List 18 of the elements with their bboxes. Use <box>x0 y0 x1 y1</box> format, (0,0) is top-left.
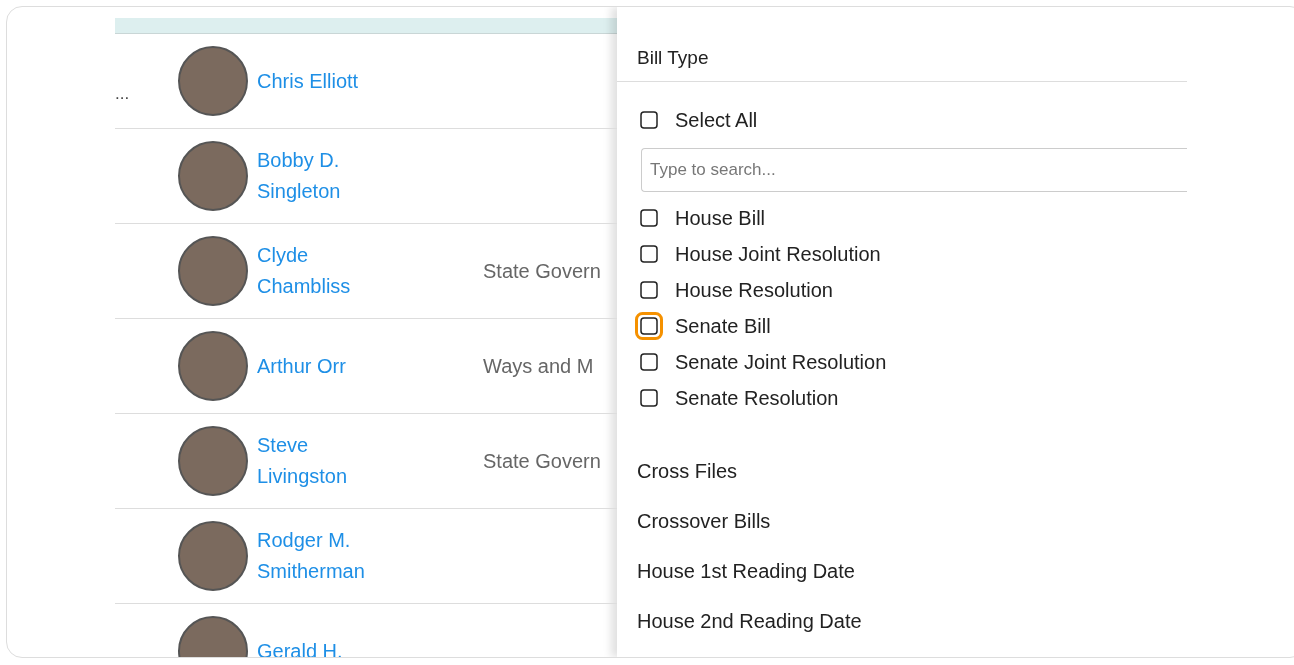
committee-cell: Ways and M <box>483 354 594 377</box>
table-cell: ... <box>115 84 130 103</box>
checkbox[interactable] <box>635 312 663 340</box>
option-label[interactable]: House Joint Resolution <box>675 242 881 266</box>
search-field[interactable]: Type to search... <box>641 148 1187 192</box>
committee-cell: State Govern <box>483 449 601 472</box>
section-title[interactable]: Crossover Bills <box>637 510 771 560</box>
section-title[interactable]: House 2nd Reading Date <box>637 610 862 657</box>
option-label[interactable]: House Bill <box>675 206 766 230</box>
section-title[interactable]: House 1st Reading Date <box>637 560 855 610</box>
section-title[interactable]: Bill Type <box>617 47 1187 82</box>
option-label[interactable]: Senate Bill <box>675 314 771 338</box>
option-label[interactable]: Senate Joint Resolution <box>675 350 887 374</box>
option-label[interactable]: House Resolution <box>675 278 833 302</box>
committee-cell: State Govern <box>483 259 601 282</box>
option-label[interactable]: Senate Resolution <box>675 386 839 410</box>
section-title[interactable]: Cross Files <box>637 460 737 510</box>
option-label[interactable]: Select All <box>675 108 758 132</box>
